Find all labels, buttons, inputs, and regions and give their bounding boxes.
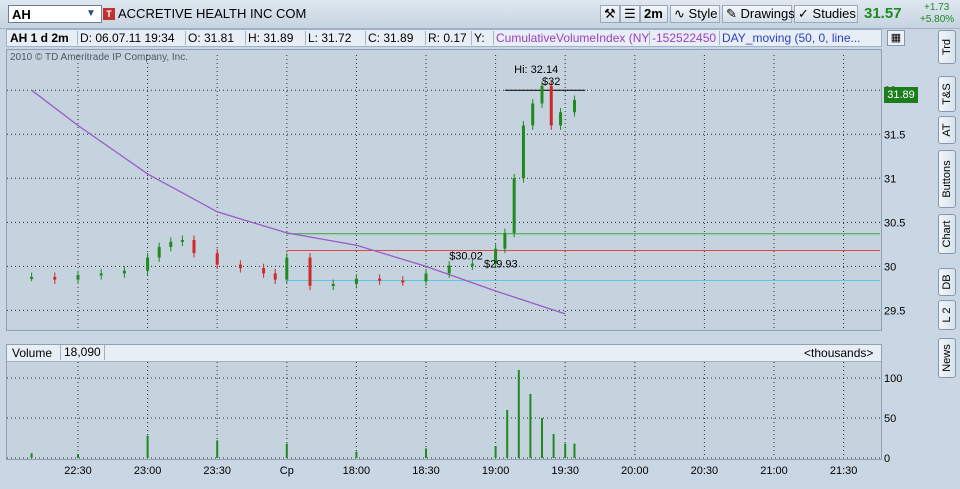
tab-trd[interactable]: Trd	[938, 30, 956, 64]
price-candle-body	[169, 241, 173, 247]
price-tick-label: 29.5	[884, 305, 905, 317]
volume-bar	[506, 410, 509, 458]
x-tick-label: 21:30	[830, 465, 858, 477]
price-candle-body	[559, 112, 563, 126]
x-tick-label: 21:00	[760, 465, 788, 477]
price-candle-body	[146, 257, 150, 271]
price-tick-label: 31	[884, 173, 896, 185]
price-annotation: $30.02	[449, 251, 483, 263]
tab-level2[interactable]: L 2	[938, 300, 956, 330]
volume-bar	[552, 434, 555, 458]
price-tick-label: 30	[884, 261, 896, 273]
price-candle-body	[572, 99, 576, 113]
volume-tick-label: 100	[884, 373, 902, 385]
tab-buttons[interactable]: Buttons	[938, 150, 956, 208]
x-tick-label: 20:30	[691, 465, 719, 477]
price-candle-body	[549, 85, 553, 126]
volume-bar	[285, 443, 288, 458]
price-candle-body	[401, 280, 405, 283]
volume-bar	[573, 443, 576, 458]
price-annotation: Hi: 32.14	[514, 64, 558, 76]
price-candle-body	[76, 275, 80, 280]
tab-chart[interactable]: Chart	[938, 214, 956, 254]
chart-canvas: 3231.53130.53029.522:3023:0023:30Cp18:00…	[7, 55, 905, 477]
price-candle-body	[378, 278, 382, 281]
price-candle-body	[122, 270, 126, 274]
price-tick-label: 31.5	[884, 129, 905, 141]
x-tick-label: 18:00	[343, 465, 371, 477]
tab-at[interactable]: AT	[938, 116, 956, 144]
volume-bar	[541, 418, 543, 458]
volume-tick-label: 0	[884, 453, 890, 465]
price-candle-body	[503, 232, 507, 249]
x-tick-label: 20:00	[621, 465, 649, 477]
price-candle-body	[354, 278, 358, 284]
x-tick-label: 19:00	[482, 465, 510, 477]
price-candle-body	[30, 276, 34, 279]
volume-bar	[529, 394, 532, 458]
tab-time-and-sales[interactable]: T&S	[938, 76, 956, 112]
price-annotation: $29.93	[484, 259, 518, 271]
price-candle-body	[470, 263, 474, 266]
price-candle-body	[157, 246, 161, 258]
price-candle-body	[521, 125, 525, 179]
volume-bar	[30, 453, 33, 458]
volume-bar	[494, 446, 497, 458]
price-candle-body	[308, 257, 312, 286]
price-candle-body	[192, 239, 196, 254]
price-candle-body	[53, 276, 57, 280]
price-candle-body	[331, 283, 335, 286]
x-tick-label: Cp	[280, 465, 294, 477]
tab-db[interactable]: DB	[938, 268, 956, 296]
x-tick-label: 23:00	[134, 465, 162, 477]
volume-bar	[77, 454, 79, 458]
price-candle-body	[180, 239, 184, 242]
x-tick-label: 22:30	[64, 465, 92, 477]
price-candle-body	[447, 265, 451, 274]
x-tick-label: 18:30	[412, 465, 440, 477]
price-candle-body	[273, 273, 277, 280]
price-tick-label: 30.5	[884, 217, 905, 229]
price-annotation: $32	[542, 76, 560, 88]
price-candle-body	[512, 178, 516, 233]
volume-bar	[517, 370, 520, 458]
volume-bar	[564, 443, 567, 458]
x-tick-label: 23:30	[203, 465, 231, 477]
price-candle-body	[238, 264, 242, 269]
current-price-label: 31.89	[884, 87, 918, 103]
price-candle-body	[531, 103, 535, 126]
volume-bar	[216, 440, 219, 458]
price-candle-body	[424, 273, 428, 282]
price-candle-body	[262, 268, 266, 274]
volume-tick-label: 50	[884, 413, 896, 425]
volume-bar	[425, 448, 427, 458]
volume-bar	[146, 435, 149, 458]
price-candle-body	[215, 253, 219, 265]
price-candle-body	[285, 257, 289, 280]
x-tick-label: 19:30	[551, 465, 579, 477]
price-candle-body	[540, 85, 544, 104]
volume-bar	[355, 451, 358, 458]
tab-news[interactable]: News	[938, 338, 956, 378]
price-candle-body	[99, 273, 103, 276]
